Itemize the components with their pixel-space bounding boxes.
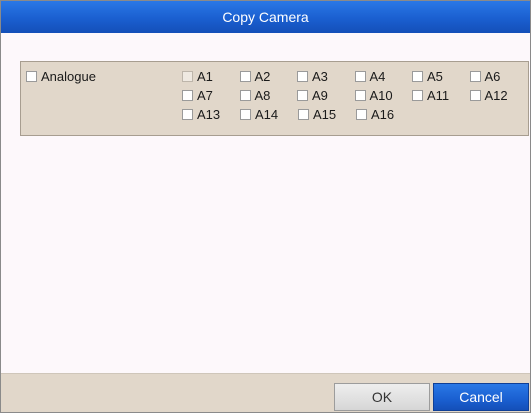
camera-option-a11[interactable]: A11: [412, 88, 470, 103]
camera-checkbox[interactable]: [239, 71, 251, 82]
camera-label: A6: [484, 69, 501, 84]
camera-row: A1 A2 A3 A4 A5 A6: [182, 67, 527, 86]
copy-camera-dialog: Copy Camera Analogue A1 A2 A3 A4 A5 A6 A7 A8 A9 A…: [0, 0, 531, 413]
camera-option-a9[interactable]: A9: [297, 88, 355, 103]
camera-label: A9: [312, 88, 328, 103]
camera-option-a15[interactable]: A15: [298, 107, 356, 122]
camera-option-a16[interactable]: A16: [356, 107, 414, 122]
analogue-select-all[interactable]: Analogue: [26, 67, 96, 85]
analogue-checkbox[interactable]: [26, 70, 37, 82]
camera-option-a2[interactable]: A2: [239, 69, 298, 84]
camera-label: A10: [369, 88, 393, 103]
camera-label: A2: [254, 69, 271, 84]
camera-selection-panel: Analogue A1 A2 A3 A4 A5 A6 A7 A8 A9 A10 A11 A12 A13 A…: [20, 61, 529, 136]
camera-option-a1: A1: [182, 69, 240, 84]
camera-checkbox[interactable]: [240, 109, 251, 120]
camera-option-a8[interactable]: A8: [239, 88, 298, 103]
camera-checkbox[interactable]: [412, 71, 423, 82]
camera-checkbox[interactable]: [469, 71, 481, 82]
camera-checkbox[interactable]: [298, 109, 309, 120]
camera-row: A7 A8 A9 A10 A11 A12: [182, 86, 527, 105]
camera-checkbox[interactable]: [412, 90, 423, 101]
camera-option-a7[interactable]: A7: [182, 88, 240, 103]
cancel-button[interactable]: Cancel: [433, 383, 529, 411]
camera-label: A8: [254, 88, 271, 103]
dialog-title: Copy Camera: [1, 1, 530, 33]
camera-option-a3[interactable]: A3: [297, 69, 355, 84]
camera-label: A14: [255, 107, 279, 122]
camera-label: A15: [313, 107, 337, 122]
camera-label: A1: [197, 69, 213, 84]
camera-option-a6[interactable]: A6: [469, 69, 528, 84]
camera-label: A13: [197, 107, 221, 122]
camera-checkbox[interactable]: [469, 90, 481, 101]
camera-checkbox[interactable]: [182, 109, 193, 120]
camera-label: A4: [369, 69, 386, 84]
camera-grid: A1 A2 A3 A4 A5 A6 A7 A8 A9 A10 A11 A12 A13 A14 A15 A16: [182, 67, 527, 124]
camera-label: A7: [197, 88, 213, 103]
camera-option-a12[interactable]: A12: [469, 88, 528, 103]
camera-checkbox[interactable]: [356, 109, 367, 120]
camera-checkbox[interactable]: [297, 71, 308, 82]
camera-option-a4[interactable]: A4: [354, 69, 413, 84]
camera-checkbox[interactable]: [354, 90, 366, 101]
dialog-footer: OK Cancel: [1, 373, 530, 412]
camera-checkbox[interactable]: [297, 90, 308, 101]
camera-label: A5: [427, 69, 443, 84]
dialog-body: Analogue A1 A2 A3 A4 A5 A6 A7 A8 A9 A10 A11 A12 A13 A…: [1, 33, 530, 373]
camera-label: A11: [427, 88, 450, 103]
camera-option-a10[interactable]: A10: [354, 88, 413, 103]
camera-row: A13 A14 A15 A16: [182, 105, 527, 124]
camera-option-a13[interactable]: A13: [182, 107, 240, 122]
camera-option-a14[interactable]: A14: [240, 107, 298, 122]
camera-option-a5[interactable]: A5: [412, 69, 470, 84]
camera-label: A3: [312, 69, 328, 84]
camera-checkbox[interactable]: [182, 90, 193, 101]
camera-checkbox[interactable]: [239, 90, 251, 101]
camera-label: A12: [484, 88, 508, 103]
ok-button[interactable]: OK: [334, 383, 430, 411]
camera-checkbox: [182, 71, 193, 82]
camera-label: A16: [371, 107, 395, 122]
analogue-label: Analogue: [41, 68, 96, 84]
camera-checkbox[interactable]: [354, 71, 366, 82]
